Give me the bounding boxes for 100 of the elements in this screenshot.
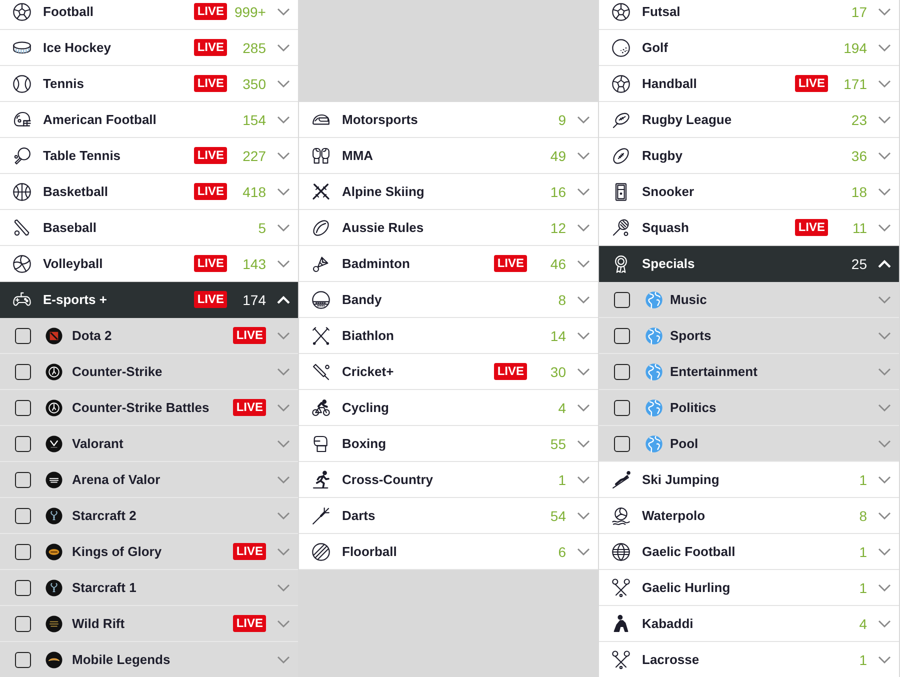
sport-row[interactable]: Rugby 36 xyxy=(599,138,899,174)
sport-row[interactable]: MMA 49 xyxy=(299,138,598,174)
category-header[interactable]: E-sports + LIVE 174 xyxy=(0,282,298,318)
sport-row[interactable]: Golf 194 xyxy=(599,30,899,66)
sport-row[interactable]: Baseball 5 xyxy=(0,210,298,246)
sport-row[interactable]: Basketball LIVE 418 xyxy=(0,174,298,210)
sport-row[interactable]: Biathlon 14 xyxy=(299,318,598,354)
category-header[interactable]: Specials 25 xyxy=(599,246,899,282)
sport-row[interactable]: Table Tennis LIVE 227 xyxy=(0,138,298,174)
sport-name: Ice Hockey xyxy=(43,40,111,55)
live-badge: LIVE xyxy=(194,147,227,164)
sport-row[interactable]: Football LIVE 999+ xyxy=(0,0,298,30)
sport-name: Cycling xyxy=(342,400,389,415)
live-badge: LIVE xyxy=(194,3,227,20)
sport-row[interactable]: Aussie Rules 12 xyxy=(299,210,598,246)
sport-row[interactable]: Floorball 6 xyxy=(299,534,598,570)
checkbox[interactable] xyxy=(15,364,31,380)
checkbox[interactable] xyxy=(15,544,31,560)
subcategory-name: Entertainment xyxy=(670,364,758,379)
event-count: 46 xyxy=(550,256,566,272)
sport-row[interactable]: Ski Jumping 1 xyxy=(599,462,899,498)
sport-row[interactable]: Darts 54 xyxy=(299,498,598,534)
globe-icon xyxy=(644,290,664,310)
checkbox[interactable] xyxy=(15,328,31,344)
event-count: 18 xyxy=(851,184,867,200)
sport-row[interactable]: Alpine Skiing 16 xyxy=(299,174,598,210)
table-tennis-paddle-icon xyxy=(12,146,32,166)
sport-row[interactable]: American Football 154 xyxy=(0,102,298,138)
sport-row[interactable]: Tennis LIVE 350 xyxy=(0,66,298,102)
sport-row[interactable]: Gaelic Football 1 xyxy=(599,534,899,570)
rugby-ball-icon xyxy=(611,146,631,166)
event-count: 54 xyxy=(550,508,566,524)
event-count: 8 xyxy=(558,292,566,308)
sport-row[interactable]: Handball LIVE 171 xyxy=(599,66,899,102)
crossed-sticks-icon xyxy=(611,578,631,598)
checkbox[interactable] xyxy=(614,436,630,452)
sport-row[interactable]: Snooker 18 xyxy=(599,174,899,210)
checkbox[interactable] xyxy=(15,580,31,596)
sport-name: Alpine Skiing xyxy=(342,184,424,199)
sport-row[interactable]: Bandy 8 xyxy=(299,282,598,318)
emblem-icon xyxy=(45,650,63,668)
subcategory-name: Starcraft 1 xyxy=(72,580,136,595)
live-badge: LIVE xyxy=(233,327,266,344)
sport-row[interactable]: Cross-Country 1 xyxy=(299,462,598,498)
ski-jumper-icon xyxy=(611,470,631,490)
sport-name: Darts xyxy=(342,508,376,523)
event-count: 11 xyxy=(852,220,867,236)
sport-row[interactable]: Ice Hockey LIVE 285 xyxy=(0,30,298,66)
sport-row[interactable]: Badminton LIVE 46 xyxy=(299,246,598,282)
checkbox[interactable] xyxy=(15,652,31,668)
sport-name: Volleyball xyxy=(43,256,103,271)
sport-name: MMA xyxy=(342,148,374,163)
checkbox[interactable] xyxy=(614,328,630,344)
event-count: 36 xyxy=(851,148,867,164)
live-badge: LIVE xyxy=(795,75,828,92)
sport-name: Basketball xyxy=(43,184,108,199)
event-count: 1 xyxy=(859,472,867,488)
sport-name: Kabaddi xyxy=(642,616,694,631)
sport-row[interactable]: Motorsports 9 xyxy=(299,102,598,138)
checkbox[interactable] xyxy=(15,400,31,416)
live-badge: LIVE xyxy=(194,75,227,92)
sport-row[interactable]: Waterpolo 8 xyxy=(599,498,899,534)
emblem-icon xyxy=(45,398,63,416)
checkbox[interactable] xyxy=(614,292,630,308)
sport-row[interactable]: Rugby League 23 xyxy=(599,102,899,138)
sport-row[interactable]: Cricket+ LIVE 30 xyxy=(299,354,598,390)
checkbox[interactable] xyxy=(15,472,31,488)
sport-row[interactable]: Futsal 17 xyxy=(599,0,899,30)
ball-icon xyxy=(311,290,331,310)
subcategory-name: Counter-Strike Battles xyxy=(72,400,210,415)
emblem-icon xyxy=(45,362,63,380)
subcategory-name: Dota 2 xyxy=(72,328,112,343)
event-count: 1 xyxy=(859,580,867,596)
checkbox[interactable] xyxy=(614,400,630,416)
checkbox[interactable] xyxy=(15,508,31,524)
sport-name: Ski Jumping xyxy=(642,472,720,487)
oval-ball-icon xyxy=(311,218,331,238)
sport-name: Rugby League xyxy=(642,112,732,127)
sport-row[interactable]: Gaelic Hurling 1 xyxy=(599,570,899,606)
live-badge: LIVE xyxy=(494,363,527,380)
sport-name: Aussie Rules xyxy=(342,220,424,235)
event-count: 1 xyxy=(859,652,867,668)
sport-row[interactable]: Cycling 4 xyxy=(299,390,598,426)
event-count: 418 xyxy=(242,184,266,200)
sport-row[interactable]: Boxing 55 xyxy=(299,426,598,462)
sport-name: Gaelic Hurling xyxy=(642,580,730,595)
sport-name: Motorsports xyxy=(342,112,418,127)
sport-name: Golf xyxy=(642,40,668,55)
sport-name: Cross-Country xyxy=(342,472,434,487)
checkbox[interactable] xyxy=(15,436,31,452)
crossed-sticks-icon xyxy=(611,650,631,670)
checkbox[interactable] xyxy=(15,616,31,632)
sport-row[interactable]: Squash LIVE 11 xyxy=(599,210,899,246)
sport-row[interactable]: Kabaddi 4 xyxy=(599,606,899,642)
sport-name: Gaelic Football xyxy=(642,544,736,559)
event-count: 174 xyxy=(242,292,266,308)
live-badge: LIVE xyxy=(233,543,266,560)
sport-row[interactable]: Volleyball LIVE 143 xyxy=(0,246,298,282)
checkbox[interactable] xyxy=(614,364,630,380)
sport-row[interactable]: Lacrosse 1 xyxy=(599,642,899,677)
